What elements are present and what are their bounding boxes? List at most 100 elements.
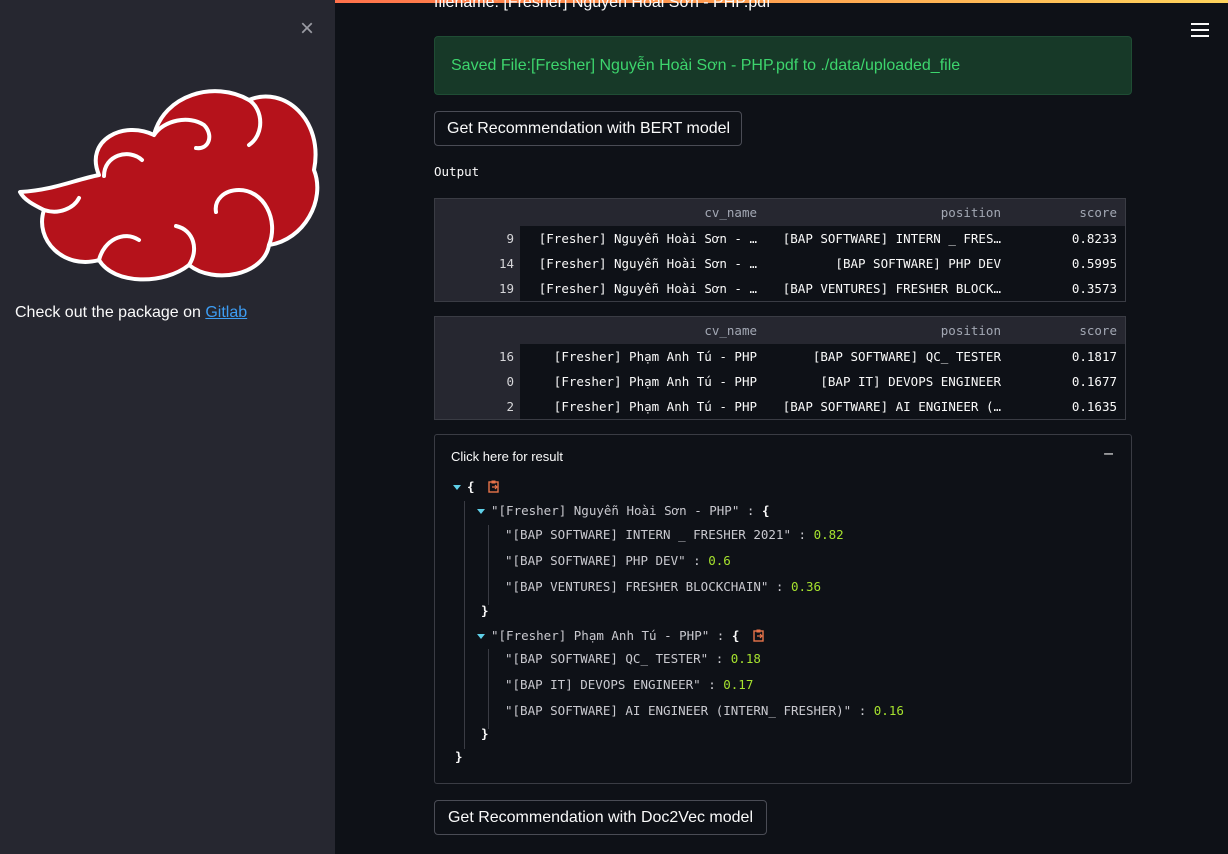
score-cell: 0.1817 — [1071, 349, 1117, 364]
row-index: 14 — [435, 251, 520, 276]
indent-guide — [464, 501, 465, 749]
json-separator: : — [709, 628, 732, 643]
json-separator: : — [700, 677, 724, 692]
collapse-toggle-button[interactable]: – — [1104, 445, 1113, 463]
position-cell: [BAP IT] DEVOPS ENGINEER — [820, 374, 1001, 389]
red-cloud-logo — [18, 89, 320, 282]
row-index: 9 — [435, 226, 520, 251]
json-close-brace: } — [481, 726, 489, 741]
table-row: 16 [Fresher] Phạm Anh Tú - PHP [BAP SOFT… — [435, 344, 1125, 369]
json-close-brace: } — [481, 603, 489, 618]
cv-name-cell: [Fresher] Phạm Anh Tú - PHP — [553, 374, 757, 389]
bert-recommendation-button[interactable]: Get Recommendation with BERT model — [434, 111, 742, 146]
success-alert: Saved File:[Fresher] Nguyễn Hoài Sơn - P… — [434, 36, 1132, 95]
cv-name-cell: [Fresher] Nguyễn Hoài Sơn - … — [538, 231, 757, 246]
row-index: 0 — [435, 369, 520, 394]
output-label: Output — [434, 164, 480, 179]
json-entry: "[BAP IT] DEVOPS ENGINEER" : 0.17 — [505, 675, 753, 695]
result-expander: Click here for result – { "[Fresher] Ngu… — [434, 434, 1132, 784]
gitlab-link[interactable]: Gitlab — [205, 304, 247, 321]
json-entry: "[BAP SOFTWARE] AI ENGINEER (INTERN_ FRE… — [505, 701, 904, 721]
json-close-line: } — [481, 724, 489, 744]
score-cell: 0.1635 — [1071, 399, 1117, 414]
score-cell: 0.3573 — [1071, 281, 1117, 296]
gitlab-text: Check out the package on Gitlab — [15, 304, 247, 322]
json-entry: "[BAP SOFTWARE] PHP DEV" : 0.6 — [505, 551, 731, 571]
json-value: 0.16 — [873, 703, 904, 718]
table-row: 2 [Fresher] Phạm Anh Tú - PHP [BAP SOFTW… — [435, 394, 1125, 419]
indent-guide — [488, 649, 489, 729]
doc2vec-recommendation-button[interactable]: Get Recommendation with Doc2Vec model — [434, 800, 767, 835]
close-sidebar-button[interactable]: × — [297, 17, 317, 41]
json-key: "[Fresher] Phạm Anh Tú - PHP" — [491, 628, 710, 643]
json-value: 0.36 — [790, 579, 822, 594]
success-message: Saved File:[Fresher] Nguyễn Hoài Sơn - P… — [451, 57, 961, 74]
json-separator: : — [851, 703, 874, 718]
table-row: 19 [Fresher] Nguyễn Hoài Sơn - … [BAP VE… — [435, 276, 1125, 301]
json-key: "[BAP SOFTWARE] PHP DEV" — [505, 553, 686, 568]
position-cell: [BAP SOFTWARE] INTERN _ FRES… — [782, 231, 1001, 246]
table-header: cv_name position score — [435, 199, 1125, 226]
json-open-brace: { — [731, 628, 740, 643]
result-table-2[interactable]: cv_name position score 16 [Fresher] Phạm… — [434, 316, 1126, 420]
score-cell: 0.5995 — [1071, 256, 1117, 271]
position-cell: [BAP SOFTWARE] QC_ TESTER — [812, 349, 1001, 364]
table-header: cv_name position score — [435, 317, 1125, 344]
json-root-line: { — [453, 477, 500, 497]
collapse-triangle-icon[interactable] — [477, 509, 485, 514]
json-root-close-line: } — [455, 747, 463, 767]
json-separator: : — [685, 553, 709, 568]
json-key: "[Fresher] Nguyễn Hoài Sơn - PHP" — [491, 503, 740, 518]
expander-label[interactable]: Click here for result — [451, 449, 563, 464]
json-value: 0.82 — [813, 527, 844, 542]
json-open-brace: { — [467, 479, 475, 494]
position-cell: [BAP SOFTWARE] AI ENGINEER (… — [782, 399, 1001, 414]
json-open-brace: { — [761, 503, 770, 518]
result-table-1[interactable]: cv_name position score 9 [Fresher] Nguyễ… — [434, 198, 1126, 302]
json-key: "[BAP SOFTWARE] INTERN _ FRESHER 2021" — [505, 527, 791, 542]
table-row: 14 [Fresher] Nguyễn Hoài Sơn - … [BAP SO… — [435, 251, 1125, 276]
row-index: 16 — [435, 344, 520, 369]
gitlab-prefix: Check out the package on — [15, 304, 206, 321]
clipboard-icon[interactable] — [488, 480, 500, 493]
json-close-line: } — [481, 601, 489, 621]
clipboard-icon[interactable] — [753, 629, 765, 642]
filename-text: filename: [Fresher] Nguyễn Hoài Sơn - PH… — [434, 0, 771, 11]
cv-name-header[interactable]: cv_name — [520, 199, 763, 226]
json-separator: : — [708, 651, 731, 666]
row-index: 2 — [435, 394, 520, 419]
json-key: "[BAP VENTURES] FRESHER BLOCKCHAIN" — [505, 579, 769, 594]
score-header[interactable]: score — [1007, 199, 1125, 226]
cv-name-header[interactable]: cv_name — [520, 317, 763, 344]
json-separator: : — [790, 527, 814, 542]
collapse-triangle-icon[interactable] — [477, 634, 485, 639]
position-cell: [BAP VENTURES] FRESHER BLOCK… — [782, 281, 1001, 296]
main-menu-button[interactable] — [1191, 23, 1209, 39]
score-header[interactable]: score — [1007, 317, 1125, 344]
json-group-line: "[Fresher] Phạm Anh Tú - PHP" : { — [477, 626, 765, 646]
collapse-triangle-icon[interactable] — [453, 485, 461, 490]
hamburger-icon — [1191, 23, 1209, 37]
cv-name-cell: [Fresher] Phạm Anh Tú - PHP — [553, 399, 757, 414]
json-key: "[BAP IT] DEVOPS ENGINEER" — [505, 677, 701, 692]
json-value: 0.6 — [708, 553, 731, 568]
sidebar: × Check out the package on Gitlab — [0, 0, 335, 854]
position-cell: [BAP SOFTWARE] PHP DEV — [835, 256, 1001, 271]
json-separator: : — [768, 579, 791, 594]
score-cell: 0.1677 — [1071, 374, 1117, 389]
table-row: 9 [Fresher] Nguyễn Hoài Sơn - … [BAP SOF… — [435, 226, 1125, 251]
json-entry: "[BAP SOFTWARE] QC_ TESTER" : 0.18 — [505, 649, 761, 669]
cv-name-cell: [Fresher] Nguyễn Hoài Sơn - … — [538, 281, 757, 296]
table-row: 0 [Fresher] Phạm Anh Tú - PHP [BAP IT] D… — [435, 369, 1125, 394]
index-header — [435, 199, 520, 226]
json-key: "[BAP SOFTWARE] QC_ TESTER" — [505, 651, 709, 666]
json-entry: "[BAP VENTURES] FRESHER BLOCKCHAIN" : 0.… — [505, 577, 821, 597]
json-group-line: "[Fresher] Nguyễn Hoài Sơn - PHP" : { — [477, 501, 769, 521]
json-close-brace: } — [455, 749, 463, 764]
json-key: "[BAP SOFTWARE] AI ENGINEER (INTERN_ FRE… — [505, 703, 852, 718]
position-header[interactable]: position — [763, 317, 1007, 344]
json-value: 0.17 — [723, 677, 754, 692]
cv-name-cell: [Fresher] Nguyễn Hoài Sơn - … — [538, 256, 757, 271]
position-header[interactable]: position — [763, 199, 1007, 226]
json-entry: "[BAP SOFTWARE] INTERN _ FRESHER 2021" :… — [505, 525, 844, 545]
